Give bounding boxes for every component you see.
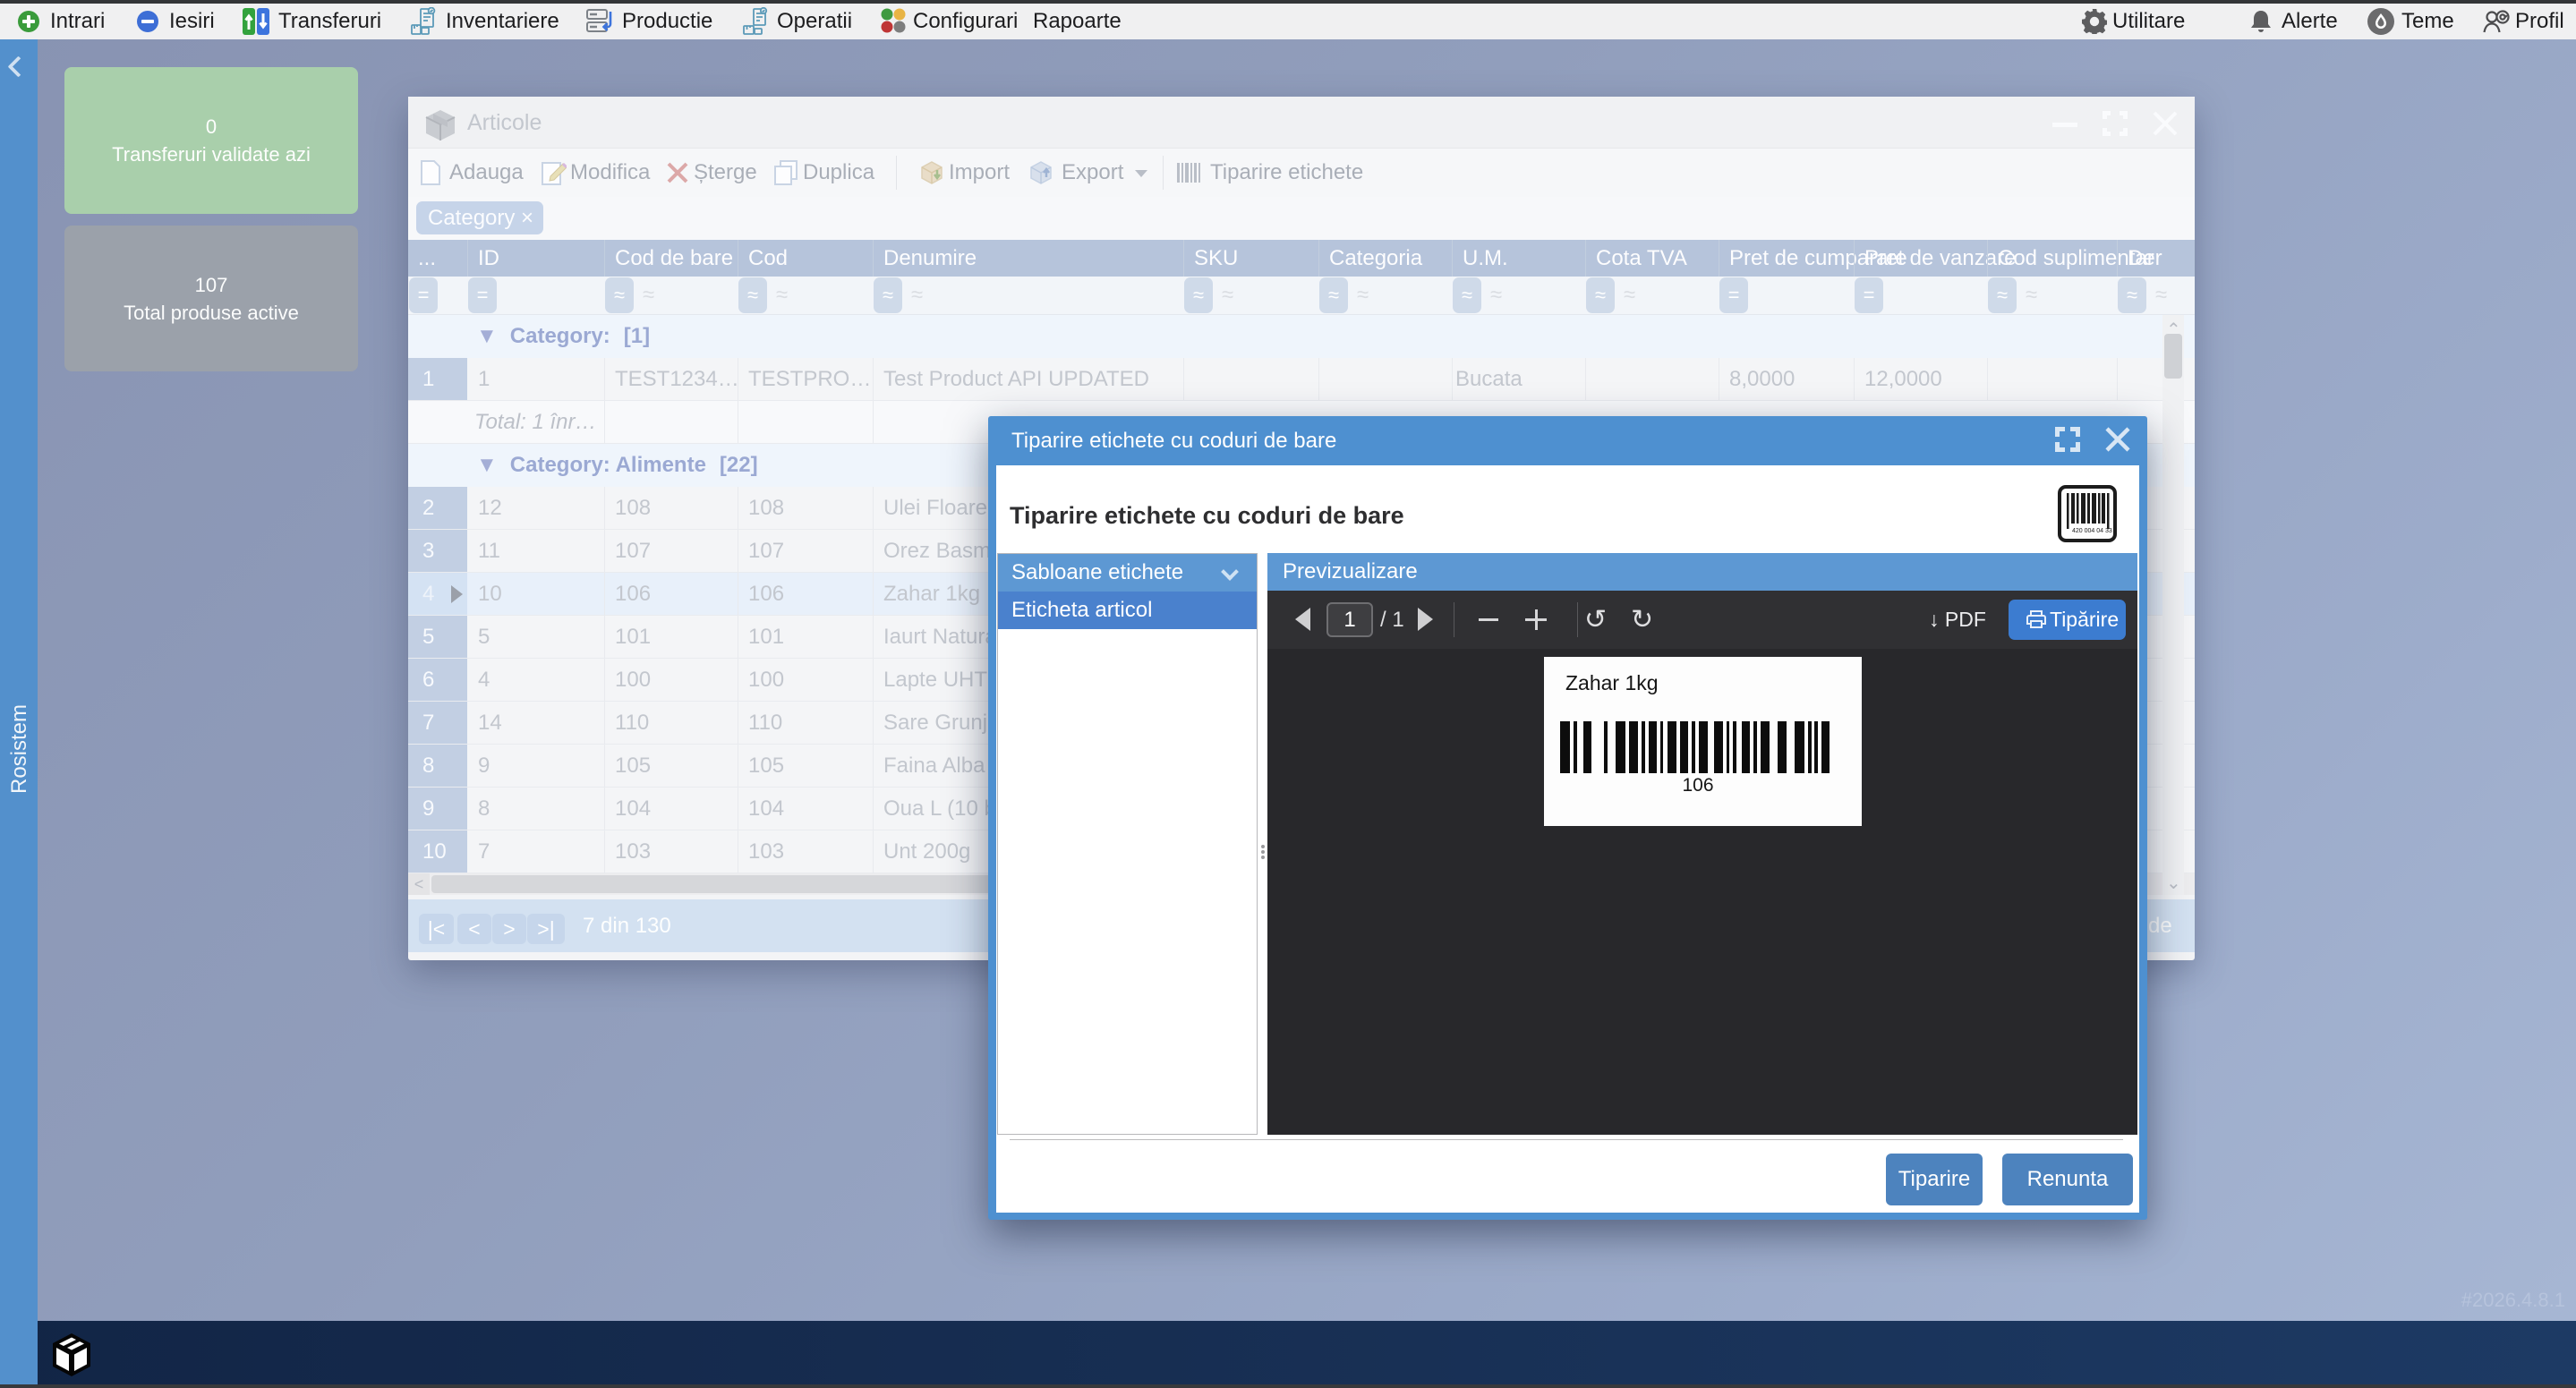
svg-text:420 004 04 33: 420 004 04 33	[2072, 528, 2112, 534]
